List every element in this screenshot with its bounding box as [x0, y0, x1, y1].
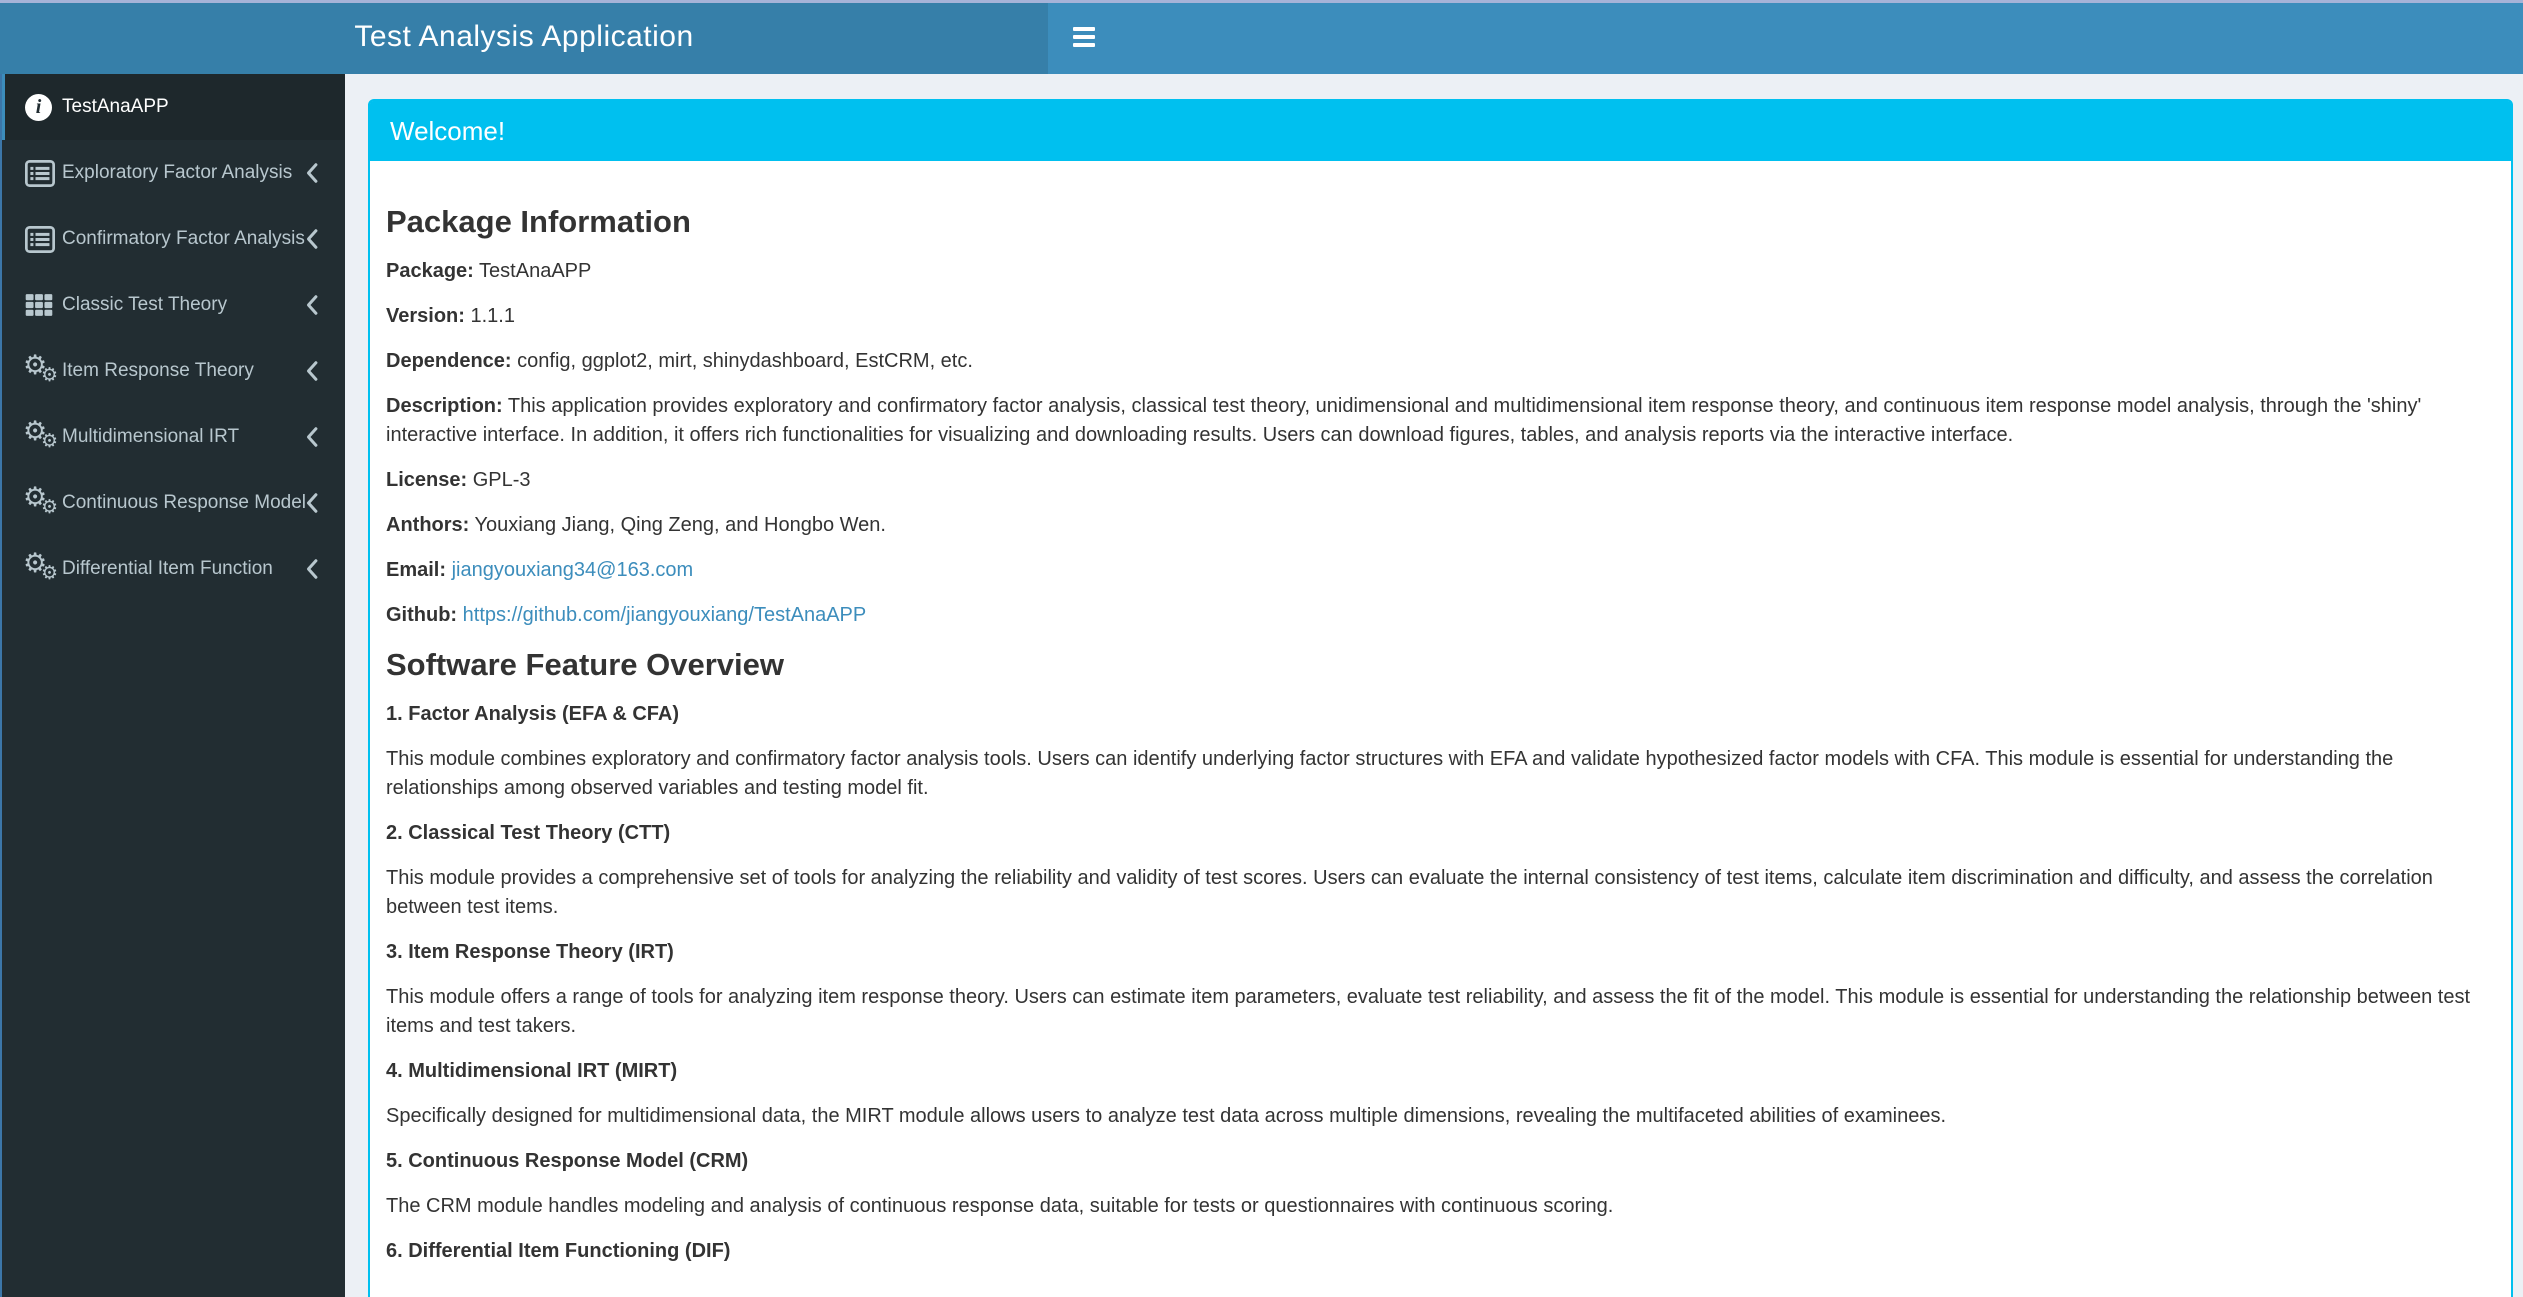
sidebar-item-confirmatory-factor-analysis[interactable]: Confirmatory Factor Analysis	[0, 206, 345, 272]
sidebar-item-label: Confirmatory Factor Analysis	[62, 228, 305, 249]
sidebar-item-exploratory-factor-analysis[interactable]: Exploratory Factor Analysis	[0, 140, 345, 206]
feature-title-ctt: 2. Classical Test Theory (CTT)	[386, 822, 671, 844]
info-circle-icon	[25, 93, 62, 121]
feature-title-crm: 5. Continuous Response Model (CRM)	[386, 1150, 749, 1172]
license-field: License: GPL-3	[386, 469, 531, 491]
content-area: Welcome! Package Information Package: Te…	[345, 74, 2523, 1297]
chevron-left-icon	[304, 360, 319, 382]
chevron-left-icon	[304, 228, 319, 250]
list-icon	[25, 159, 62, 187]
sidebar-menu: TestAnaAPP Exploratory Factor Analysis C…	[0, 74, 345, 602]
list-icon	[25, 225, 62, 253]
gears-icon: ⚙ ⚙	[23, 416, 59, 452]
gears-icon: ⚙ ⚙	[23, 548, 59, 584]
gears-icon: ⚙ ⚙	[23, 482, 59, 518]
feature-text-crm: The CRM module handles modeling and anal…	[386, 1195, 1614, 1217]
package-field: Package: TestAnaAPP	[386, 260, 592, 282]
menu-icon	[1073, 27, 1095, 47]
features-heading: Software Feature Overview	[386, 647, 784, 682]
email-link[interactable]: jiangyouxiang34@163.com	[452, 559, 694, 581]
version-field: Version: 1.1.1	[386, 305, 515, 327]
sidebar-item-label: Item Response Theory	[62, 360, 254, 381]
browser-edge-top	[0, 0, 2523, 3]
chevron-left-icon	[304, 426, 319, 448]
sidebar-item-label: Differential Item Function	[62, 558, 273, 579]
github-link[interactable]: https://github.com/jiangyouxiang/TestAna…	[463, 604, 867, 626]
sidebar-item-classic-test-theory[interactable]: Classic Test Theory	[0, 272, 345, 338]
description-field: Description: This application provides e…	[386, 395, 2422, 446]
feature-title-irt: 3. Item Response Theory (IRT)	[386, 941, 674, 963]
feature-title-efa-cfa: 1. Factor Analysis (EFA & CFA)	[386, 703, 680, 725]
package-info-heading: Package Information	[386, 204, 691, 239]
sidebar-item-label: Multidimensional IRT	[62, 426, 240, 447]
sidebar-item-label: TestAnaAPP	[62, 96, 169, 117]
grid-icon	[25, 292, 62, 318]
sidebar-item-label: Classic Test Theory	[62, 294, 228, 315]
welcome-box: Welcome! Package Information Package: Te…	[368, 99, 2513, 1297]
chevron-left-icon	[304, 558, 319, 580]
feature-title-mirt: 4. Multidimensional IRT (MIRT)	[386, 1060, 678, 1082]
sidebar-item-testanaapp[interactable]: TestAnaAPP	[0, 74, 345, 140]
chevron-left-icon	[304, 294, 319, 316]
sidebar-item-label: Continuous Response Model	[62, 492, 306, 513]
app-header: Test Analysis Application	[0, 0, 2523, 74]
page-root: { "header": { "title": "Test Analysis Ap…	[0, 0, 2523, 1297]
email-field: Email: jiangyouxiang34@163.com	[386, 559, 694, 581]
sidebar-item-label: Exploratory Factor Analysis	[62, 162, 293, 183]
github-field: Github: https://github.com/jiangyouxiang…	[386, 604, 867, 626]
welcome-box-body: Package Information Package: TestAnaAPP …	[370, 161, 2511, 1297]
chevron-left-icon	[304, 162, 319, 184]
chevron-left-icon	[304, 492, 319, 514]
browser-edge-left	[0, 74, 2, 1297]
gears-icon: ⚙ ⚙	[23, 350, 59, 386]
sidebar-item-continuous-response-model[interactable]: ⚙ ⚙ Continuous Response Model	[0, 470, 345, 536]
app-title: Test Analysis Application	[0, 0, 1048, 74]
sidebar-item-multidimensional-irt[interactable]: ⚙ ⚙ Multidimensional IRT	[0, 404, 345, 470]
feature-text-irt: This module offers a range of tools for …	[386, 986, 2471, 1037]
feature-title-dif: 6. Differential Item Functioning (DIF)	[386, 1240, 731, 1262]
sidebar: TestAnaAPP Exploratory Factor Analysis C…	[0, 74, 345, 1297]
dependence-field: Dependence: config, ggplot2, mirt, shiny…	[386, 350, 973, 372]
sidebar-item-item-response-theory[interactable]: ⚙ ⚙ Item Response Theory	[0, 338, 345, 404]
sidebar-toggle-button[interactable]	[1048, 0, 1120, 74]
authors-field: Anthors: Youxiang Jiang, Qing Zeng, and …	[386, 514, 886, 536]
feature-text-efa-cfa: This module combines exploratory and con…	[386, 748, 2394, 799]
sidebar-item-differential-item-function[interactable]: ⚙ ⚙ Differential Item Function	[0, 536, 345, 602]
feature-text-mirt: Specifically designed for multidimension…	[386, 1105, 1947, 1127]
feature-text-ctt: This module provides a comprehensive set…	[386, 867, 2433, 918]
welcome-box-header: Welcome!	[370, 101, 2511, 161]
